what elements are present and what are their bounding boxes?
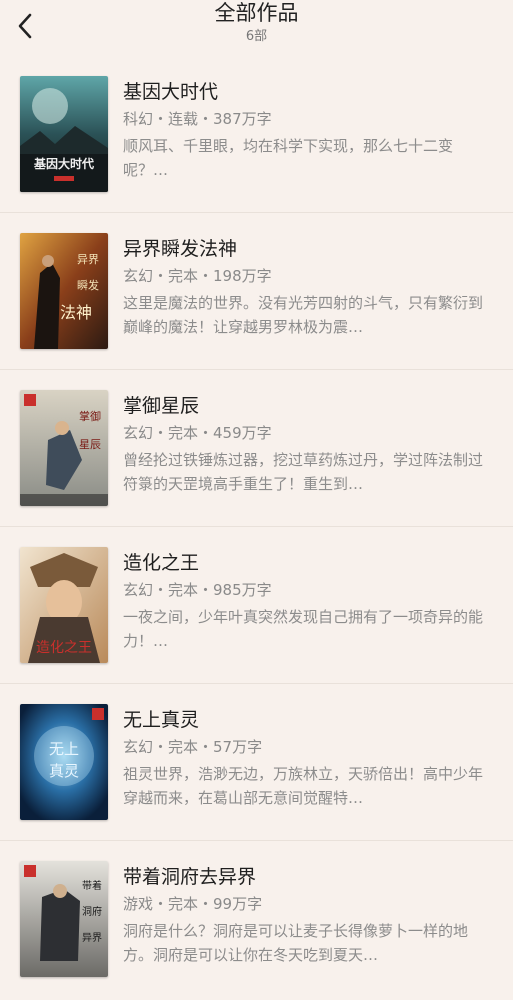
- book-item[interactable]: 带着 洞府 异界 带着洞府去异界 游戏・完本・99万字 洞府是什么？洞府是可以让…: [0, 841, 513, 998]
- cover-mage-image: 异界 瞬发 法神: [20, 233, 108, 349]
- works-count: 6部: [245, 29, 268, 44]
- svg-text:带着: 带着: [82, 879, 102, 892]
- book-description: 顺风耳、千里眼，均在科学下实现，那么七十二变呢？…: [123, 137, 454, 179]
- book-title: 异界瞬发法神: [123, 238, 238, 260]
- cover-warrior-image: 掌御 星辰: [20, 390, 108, 506]
- book-meta: 玄幻・完本・459万字: [123, 424, 272, 442]
- svg-text:真灵: 真灵: [49, 762, 79, 780]
- page-title: 全部作品: [214, 1, 299, 25]
- book-item[interactable]: 基因大时代 基因大时代 科幻・连载・387万字 顺风耳、千里眼，均在科学下实现，…: [0, 56, 513, 213]
- book-meta: 科幻・连载・387万字: [123, 110, 272, 128]
- svg-text:异界: 异界: [82, 932, 102, 944]
- book-cover[interactable]: 无上 真灵: [20, 704, 108, 820]
- book-cover[interactable]: 异界 瞬发 法神: [20, 233, 108, 349]
- book-meta: 玄幻・完本・57万字: [123, 738, 263, 756]
- book-description: 洞府是什么？洞府是可以让麦子长得像萝卜一样的地方。洞府是可以让你在冬天吃到夏天…: [123, 922, 469, 964]
- book-meta: 玄幻・完本・198万字: [123, 267, 272, 285]
- svg-text:造化之王: 造化之王: [36, 640, 92, 656]
- book-meta: 玄幻・完本・985万字: [123, 581, 272, 599]
- cover-sci-fi-image: 基因大时代: [20, 76, 108, 192]
- svg-text:法神: 法神: [60, 303, 92, 322]
- book-title: 造化之王: [123, 552, 200, 574]
- book-description: 一夜之间，少年叶真突然发现自己拥有了一项奇异的能力！…: [123, 608, 484, 650]
- book-cover[interactable]: 掌御 星辰: [20, 390, 108, 506]
- svg-text:瞬发: 瞬发: [77, 278, 99, 292]
- book-cover[interactable]: 带着 洞府 异界: [20, 861, 108, 977]
- book-title: 无上真灵: [123, 709, 200, 731]
- book-meta: 游戏・完本・99万字: [123, 895, 263, 913]
- book-description: 这里是魔法的世界。没有光芳四射的斗气，只有繁衍到巅峰的魔法！让穿越男罗林极为震…: [123, 294, 484, 336]
- svg-text:异界: 异界: [77, 253, 99, 266]
- svg-text:掌御: 掌御: [79, 409, 101, 423]
- svg-text:无上: 无上: [49, 740, 79, 758]
- book-item[interactable]: 异界 瞬发 法神 异界瞬发法神 玄幻・完本・198万字 这里是魔法的世界。没有光…: [0, 213, 513, 370]
- svg-text:基因大时代: 基因大时代: [33, 156, 94, 171]
- book-item[interactable]: 掌御 星辰 掌御星辰 玄幻・完本・459万字 曾经抡过铁锤炼过器，挖过草药炼过丹…: [0, 370, 513, 527]
- book-title: 掌御星辰: [123, 395, 200, 417]
- book-title: 基因大时代: [123, 81, 219, 103]
- cover-armor-image: 带着 洞府 异界: [20, 861, 108, 977]
- book-title: 带着洞府去异界: [123, 866, 257, 888]
- book-item[interactable]: 造化之王 造化之王 玄幻・完本・985万字 一夜之间，少年叶真突然发现自己拥有了…: [0, 527, 513, 684]
- header-bar: 全部作品 6部: [0, 0, 513, 56]
- book-item[interactable]: 无上 真灵 无上真灵 玄幻・完本・57万字 祖灵世界，浩渺无边，万族林立，天骄倍…: [0, 684, 513, 841]
- svg-text:星辰: 星辰: [79, 438, 101, 451]
- cover-moon-image: 无上 真灵: [20, 704, 108, 820]
- book-description: 祖灵世界，浩渺无边，万族林立，天骄倍出！高中少年穿越而来，在葛山部无意间觉醒特…: [123, 765, 484, 807]
- cover-portrait-image: 造化之王: [20, 547, 108, 663]
- book-list: 基因大时代 基因大时代 科幻・连载・387万字 顺风耳、千里眼，均在科学下实现，…: [0, 56, 513, 998]
- svg-text:洞府: 洞府: [82, 905, 102, 918]
- book-cover[interactable]: 基因大时代: [20, 76, 108, 192]
- book-cover[interactable]: 造化之王: [20, 547, 108, 663]
- book-description: 曾经抡过铁锤炼过器，挖过草药炼过丹，学过阵法制过符箓的天罡境高手重生了！重生到…: [123, 451, 484, 493]
